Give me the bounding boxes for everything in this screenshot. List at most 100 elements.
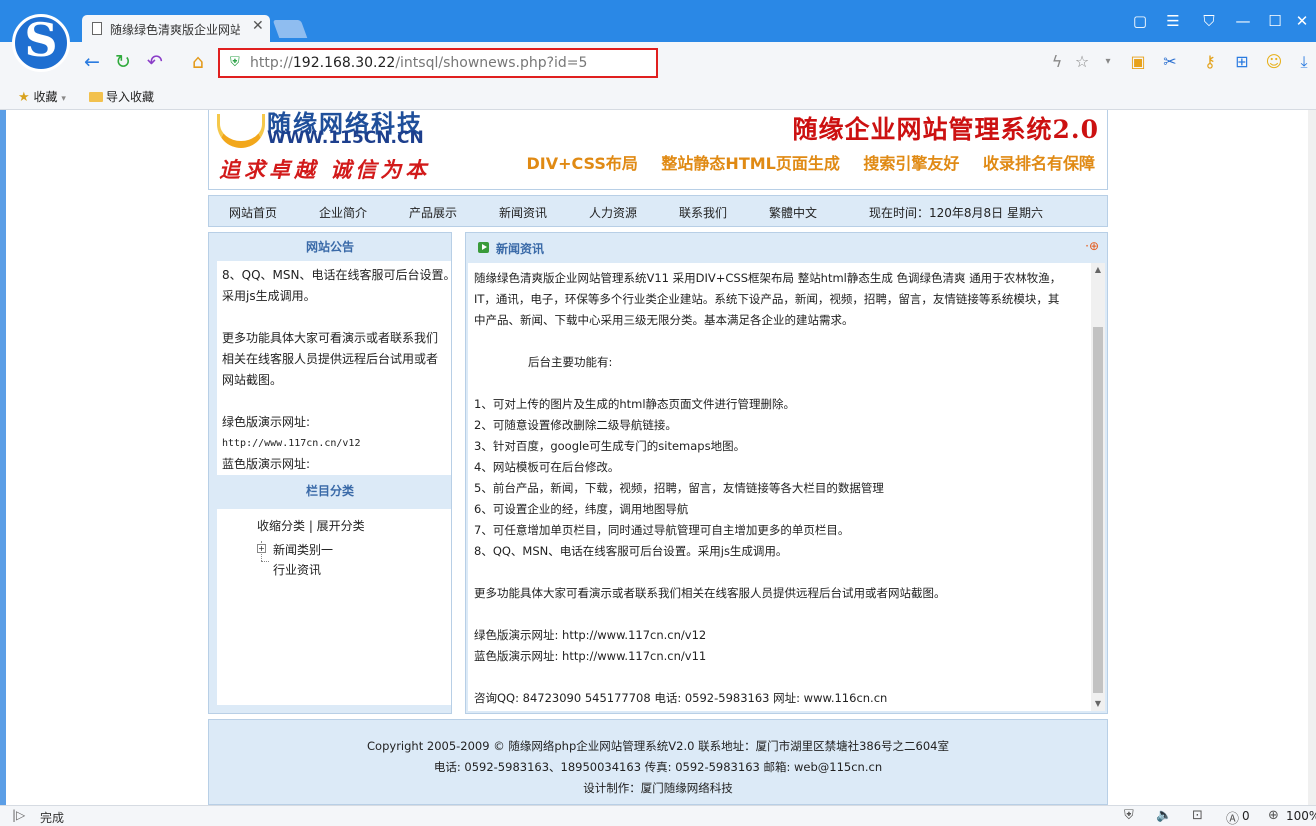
nav-home[interactable]: 网站首页	[229, 204, 277, 221]
article-line: 蓝色版演示网址: http://www.117cn.cn/v11	[474, 649, 707, 663]
notice-line	[222, 391, 446, 412]
bookmark-import[interactable]: 导入收藏	[89, 88, 154, 105]
zoom-icon[interactable]: ⊕	[1268, 808, 1279, 823]
category-item[interactable]: 新闻类别一	[273, 541, 333, 558]
notice-line	[222, 307, 446, 328]
address-bar[interactable]: ⛨ http://192.168.30.22/intsql/shownews.p…	[218, 48, 658, 78]
notice-line: 相关在线客服人员提供远程后台试用或者	[222, 352, 439, 366]
article-scrollbar[interactable]: ▲ ▼	[1091, 263, 1105, 711]
nav-news[interactable]: 新闻资讯	[499, 204, 547, 221]
chevron-down-icon[interactable]: ▾	[1098, 52, 1118, 72]
bookmarks-bar: ★ 收藏 ▾ 导入收藏	[0, 82, 1316, 110]
article-line: 7、可任意增加单页栏目，同时通过导航管理可自主增加更多的单页栏目。	[474, 523, 850, 537]
nav-hr[interactable]: 人力资源	[589, 204, 637, 221]
close-tab-icon[interactable]: ✕	[252, 18, 264, 34]
site-navigation: 网站首页 企业简介 产品展示 新闻资讯 人力资源 联系我们 繁體中文 现在时间：…	[208, 195, 1108, 227]
page-scrollbar-track[interactable]	[1308, 110, 1316, 805]
window-edge	[0, 110, 6, 805]
category-item[interactable]: 行业资讯	[273, 561, 321, 578]
scroll-down-arrow-icon[interactable]: ▼	[1091, 697, 1105, 711]
status-text: 完成	[40, 811, 65, 825]
article-line: 中产品、新闻、下载中心采用三级无限分类。基本满足各企业的建站需求。	[474, 313, 854, 327]
main-content: 新闻资讯 ·⊕ 随缘绿色清爽版企业网站管理系统V11 采用DIV+CSS框架布局…	[465, 232, 1108, 714]
document-icon	[92, 22, 102, 35]
page-viewport: 随缘网络科技 WWW.115CN.CN 追求卓越 诚信为本 随缘企业网站管理系统…	[0, 110, 1316, 805]
notice-line: 蓝色版演示网址:	[222, 457, 311, 471]
star-icon[interactable]: ☆	[1072, 52, 1092, 72]
scroll-up-arrow-icon[interactable]: ▲	[1091, 263, 1105, 277]
bookmark-favorites[interactable]: ★ 收藏 ▾	[18, 88, 66, 105]
lock-icon[interactable]: ⊡	[1192, 808, 1203, 823]
scissors-icon[interactable]: ✂	[1160, 52, 1180, 72]
tab-count-icon[interactable]: ▢	[1128, 9, 1152, 33]
shield-icon[interactable]: ⛨	[1124, 808, 1134, 823]
browser-tab-active[interactable]: 随缘绿色清爽版企业网站 ✕	[82, 15, 270, 42]
browser-status-bar: |▷ 完成 ⛨ 🔈 ⊡ Ⓐ 0 ⊕ 100%	[0, 805, 1316, 826]
lightning-icon[interactable]: ϟ	[1047, 52, 1067, 72]
sidebar-toggle-icon[interactable]: |▷	[12, 808, 25, 822]
back-icon[interactable]: ←	[80, 50, 104, 74]
article-line: IT，通讯，电子，环保等多个行业类企业建站。系统下设产品，新闻，视频，招聘，留言…	[474, 292, 1060, 306]
article-section-title: 新闻资讯	[496, 242, 545, 256]
notice-line: 8、QQ、MSN、电话在线客服可后台设置。	[222, 268, 451, 282]
blocked-count: 0	[1242, 809, 1250, 823]
footer-contact: 电话: 0592-5983163、18950034163 传真: 0592-59…	[433, 760, 883, 774]
category-toggle[interactable]: 收缩分类 | 展开分类	[257, 517, 365, 534]
scroll-thumb[interactable]	[1093, 327, 1103, 693]
category-title: 栏目分类	[305, 484, 354, 498]
article-line: 1、可对上传的图片及生成的html静态页面文件进行管理删除。	[474, 397, 796, 411]
key-icon[interactable]: ⚷	[1200, 52, 1220, 72]
folder-icon	[89, 92, 103, 102]
article-line: 2、可随意设置修改删除二级导航链接。	[474, 418, 677, 432]
category-panel: 收缩分类 | 展开分类 + 新闻类别一 行业资讯	[217, 509, 451, 705]
zoom-level[interactable]: 100%	[1286, 809, 1316, 823]
skin-icon[interactable]: ⛉	[1197, 9, 1221, 33]
ad-block-icon[interactable]: Ⓐ	[1226, 808, 1239, 826]
article-line: 4、网站模板可在后台修改。	[474, 460, 620, 474]
article-line	[474, 331, 1087, 352]
close-window-icon[interactable]: ✕	[1290, 9, 1314, 33]
current-time: 现在时间：120年8月8日 星期六	[869, 206, 1043, 220]
notice-line: 网站截图。	[222, 373, 283, 387]
article-line: 后台主要功能有:	[528, 355, 613, 369]
article-body: 随缘绿色清爽版企业网站管理系统V11 采用DIV+CSS框架布局 整站html静…	[468, 263, 1093, 711]
menu-icon[interactable]: ☰	[1161, 9, 1185, 33]
nav-products[interactable]: 产品展示	[409, 204, 457, 221]
feature-tagline: DIV+CSS布局 整站静态HTML页面生成 搜索引擎友好 收录排名有保障	[526, 154, 1095, 173]
maximize-icon[interactable]: ☐	[1263, 9, 1287, 33]
play-bullet-icon	[478, 242, 489, 253]
smiley-icon[interactable]: ☺	[1264, 52, 1284, 72]
translate-icon[interactable]: ⊞	[1232, 52, 1252, 72]
refresh-icon[interactable]: ↻	[111, 50, 135, 74]
chevron-down-icon: ▾	[61, 94, 66, 104]
home-icon[interactable]: ⌂	[186, 50, 210, 74]
expand-icon[interactable]: ·⊕	[1085, 239, 1099, 253]
address-url[interactable]: http://192.168.30.22/intsql/shownews.php…	[250, 55, 587, 71]
nav-traditional-chinese[interactable]: 繁體中文	[769, 204, 817, 221]
article-line: 6、可设置企业的经，纬度，调用地图导航	[474, 502, 689, 516]
notice-content: 8、QQ、MSN、电话在线客服可后台设置。 采用js生成调用。 更多功能具体大家…	[217, 261, 451, 475]
nav-contact[interactable]: 联系我们	[679, 204, 727, 221]
star-icon: ★	[18, 90, 30, 105]
minimize-icon[interactable]: —	[1231, 9, 1255, 33]
browser-logo[interactable]: S	[12, 14, 70, 72]
browser-title-bar: 随缘绿色清爽版企业网站 ✕ ▢ ☰ ⛉ — ☐ ✕	[0, 0, 1316, 42]
footer-credit: 设计制作：厦门随缘网络科技	[583, 781, 733, 795]
article-line: 更多功能具体大家可看演示或者联系我们相关在线客服人员提供远程后台试用或者网站截图…	[474, 586, 946, 600]
article-line: 8、QQ、MSN、电话在线客服可后台设置。采用js生成调用。	[474, 544, 788, 558]
system-name: 随缘企业网站管理系统2.0	[792, 115, 1099, 144]
download-icon[interactable]: ⤓	[1294, 52, 1314, 72]
tree-connector	[261, 561, 269, 562]
nav-about[interactable]: 企业简介	[319, 204, 367, 221]
new-tab-button[interactable]	[272, 20, 308, 38]
notice-title: 网站公告	[305, 240, 354, 254]
article-line	[474, 373, 1087, 394]
notice-line: http://www.117cn.cn/v12	[222, 438, 361, 449]
notice-line: 绿色版演示网址:	[222, 415, 311, 429]
expand-plus-icon[interactable]: +	[257, 544, 266, 553]
undo-icon[interactable]: ↶	[143, 50, 167, 74]
browser-toolbar: ← ↻ ↶ ⌂ ⛨ http://192.168.30.22/intsql/sh…	[0, 42, 1316, 82]
article-line	[474, 667, 1087, 688]
extension-icon[interactable]: ▣	[1128, 52, 1148, 72]
speaker-icon[interactable]: 🔈	[1156, 808, 1172, 823]
